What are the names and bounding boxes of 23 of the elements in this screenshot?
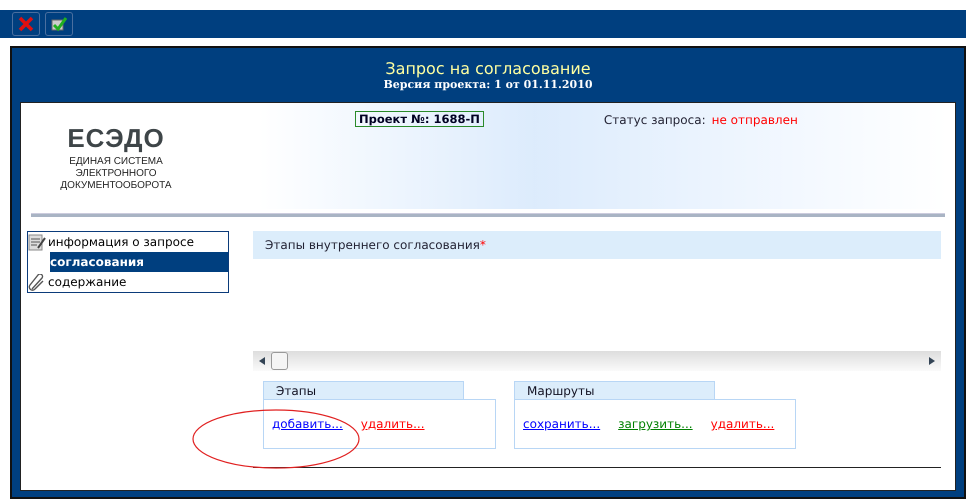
project-number: Проект №: 1688-П <box>355 111 484 127</box>
status-label: Статус запроса: <box>604 113 706 127</box>
window-title: Запрос на согласование <box>385 59 591 78</box>
action-link[interactable]: добавить... <box>272 417 343 431</box>
logo-text: ЕСЭДО <box>66 123 166 154</box>
scroll-right-icon[interactable] <box>929 357 935 365</box>
scroll-left-icon[interactable] <box>259 357 265 365</box>
status-value: не отправлен <box>712 113 798 127</box>
paperclip-icon <box>28 274 46 290</box>
action-link[interactable]: сохранить... <box>523 417 600 431</box>
action-link[interactable]: загрузить... <box>618 417 693 431</box>
action-link[interactable]: удалить... <box>710 417 774 431</box>
horizontal-scrollbar[interactable] <box>253 351 941 371</box>
notepad-icon <box>28 234 46 250</box>
sidebar-item[interactable]: согласования <box>28 252 228 272</box>
section-title: Этапы внутреннего согласования* <box>253 231 941 259</box>
version-text: Версия проекта: 1 от 01.11.2010 <box>383 78 592 91</box>
logo-subtitle: ЕДИНАЯ СИСТЕМА ЭЛЕКТРОННОГО ДОКУМЕНТООБОРОТА <box>59 156 173 192</box>
checkbox-tick-icon <box>50 16 68 32</box>
action-link[interactable]: удалить... <box>360 417 425 431</box>
cross-icon <box>17 16 35 32</box>
confirm-button[interactable] <box>45 12 73 36</box>
scroll-thumb[interactable] <box>271 352 288 370</box>
